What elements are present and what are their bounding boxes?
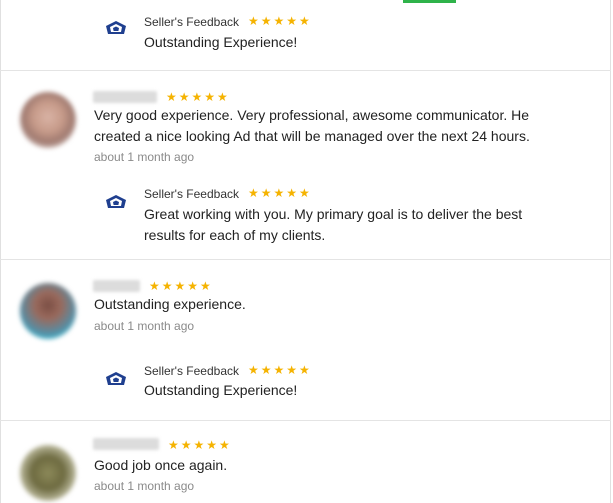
review-timestamp: about 1 month ago: [94, 319, 195, 333]
reviewer-name-redacted[interactable]: [93, 280, 140, 292]
divider: [0, 70, 611, 71]
review-rating-stars: ★★★★★: [168, 438, 232, 452]
divider: [0, 420, 611, 421]
seller-reply-text: Outstanding Experience!: [144, 34, 298, 50]
seller-logo-icon: [106, 195, 126, 208]
reviews-panel: [0, 0, 611, 503]
avatar[interactable]: [20, 92, 76, 148]
seller-logo-icon: [106, 372, 126, 385]
seller-logo-icon: [106, 21, 126, 34]
avatar[interactable]: [20, 283, 76, 339]
review-timestamp: about 1 month ago: [94, 479, 195, 493]
seller-feedback-label: Seller's Feedback: [144, 364, 240, 378]
seller-feedback-label: Seller's Feedback: [144, 15, 240, 29]
divider: [0, 259, 611, 260]
review-rating-stars: ★★★★★: [166, 90, 230, 104]
review-text: Outstanding experience.: [94, 296, 246, 312]
avatar[interactable]: [20, 445, 76, 501]
seller-reply-text-line: results for each of my clients.: [144, 227, 326, 243]
reviewer-name-redacted[interactable]: [93, 91, 157, 103]
active-tab-indicator: [403, 0, 456, 3]
review-text-line: created a nice looking Ad that will be m…: [94, 128, 530, 144]
seller-rating-stars: ★★★★★: [248, 363, 312, 377]
seller-rating-stars: ★★★★★: [248, 186, 312, 200]
review-timestamp: about 1 month ago: [94, 150, 195, 164]
seller-feedback-label: Seller's Feedback: [144, 187, 240, 201]
review-rating-stars: ★★★★★: [149, 279, 213, 293]
seller-reply-text-line: Great working with you. My primary goal …: [144, 206, 523, 222]
review-text: Good job once again.: [94, 457, 228, 473]
seller-reply-text: Outstanding Experience!: [144, 382, 298, 398]
review-text-line: Very good experience. Very professional,…: [94, 107, 530, 123]
seller-rating-stars: ★★★★★: [248, 14, 312, 28]
reviewer-name-redacted[interactable]: [93, 438, 159, 450]
